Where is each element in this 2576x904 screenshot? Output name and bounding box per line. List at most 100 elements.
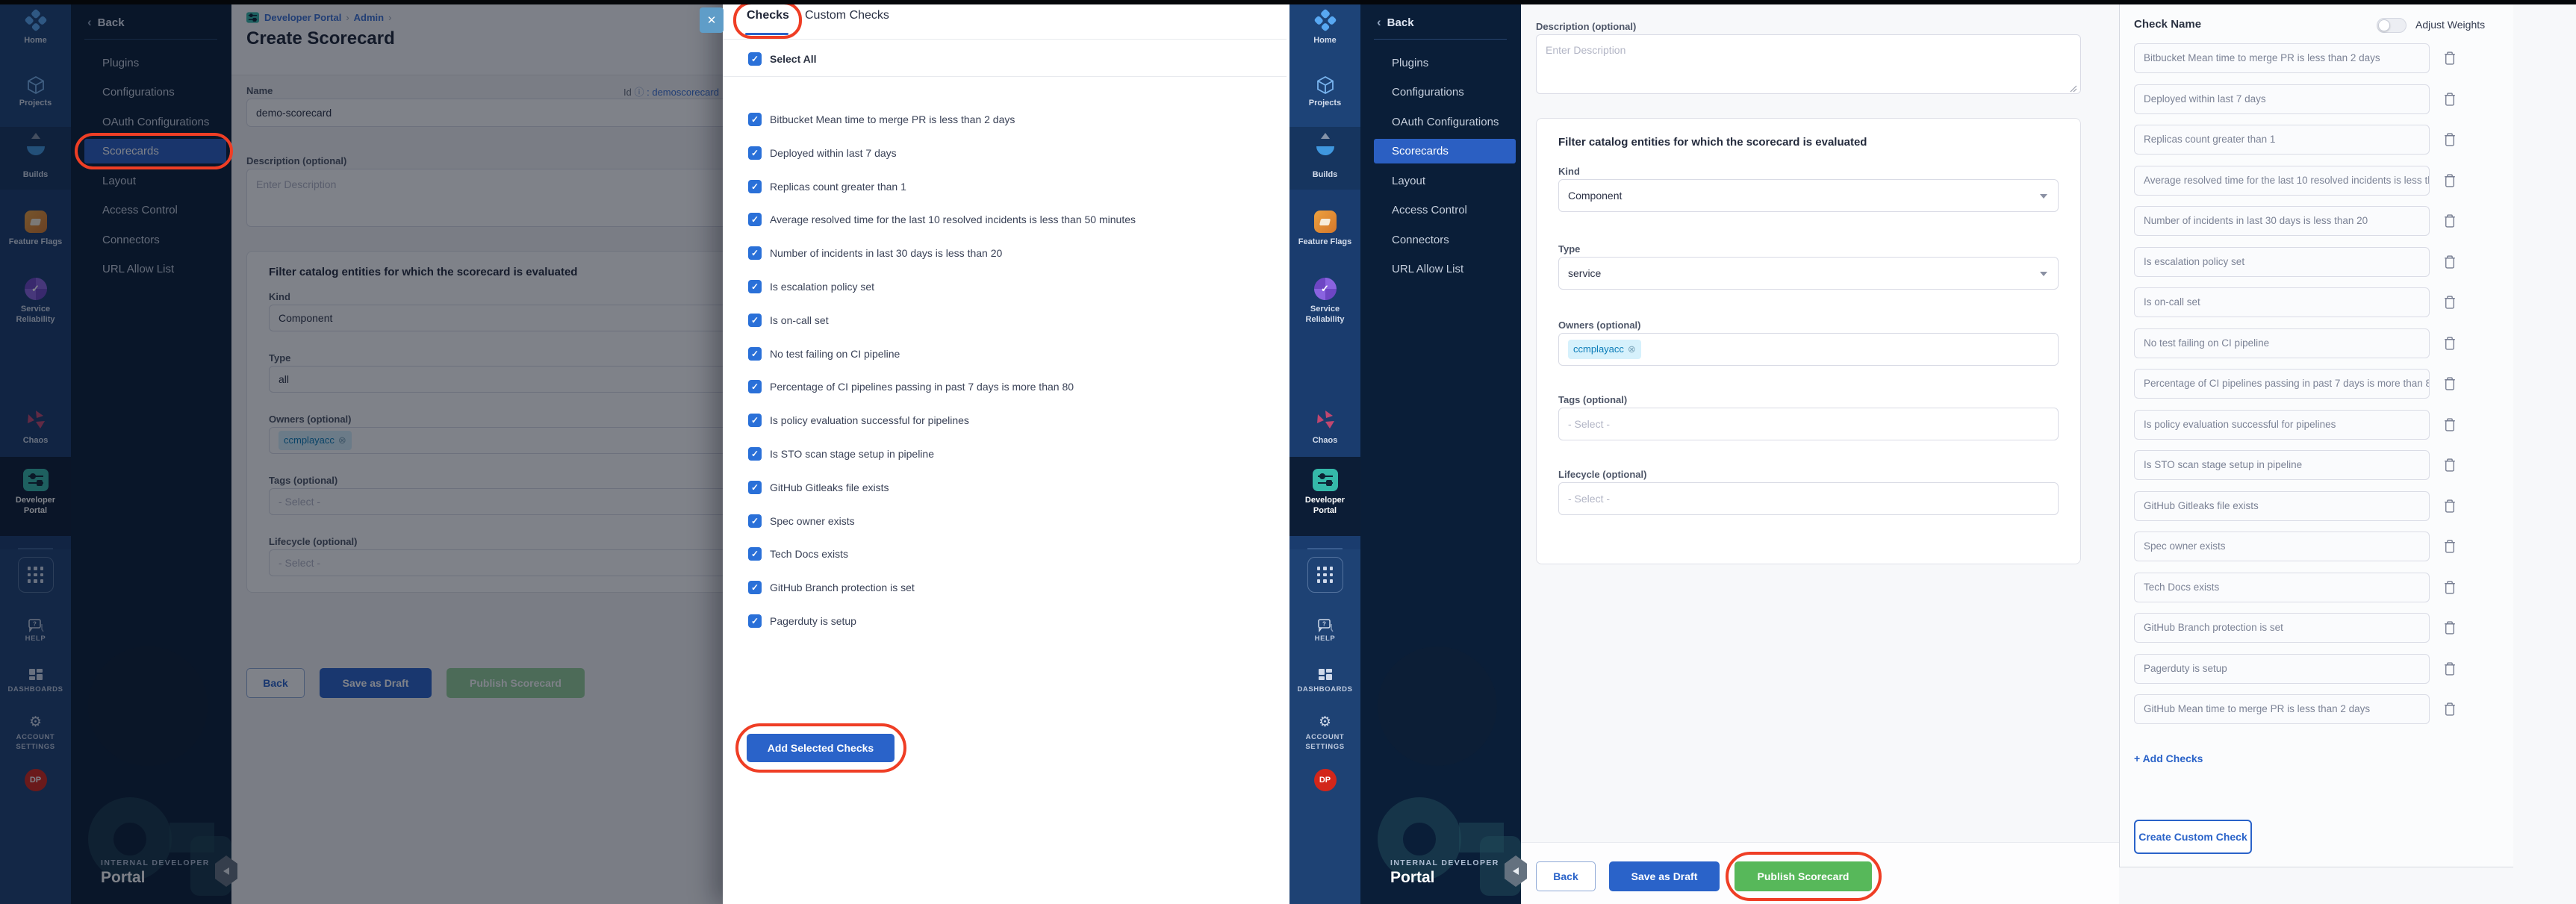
checkbox-checked-icon[interactable]: ✓ bbox=[748, 581, 762, 594]
description-textarea[interactable]: Enter Description bbox=[1536, 34, 2081, 94]
back-button[interactable]: Back bbox=[1536, 861, 1596, 891]
owners-input[interactable]: ccmplayacc⊗ bbox=[1558, 333, 2059, 366]
checkbox-checked-icon[interactable]: ✓ bbox=[748, 180, 762, 193]
tab-checks[interactable]: Checks bbox=[747, 9, 789, 22]
sidebar-item-chaos[interactable]: Chaos bbox=[1289, 436, 1360, 446]
sidebar-item-projects[interactable]: Projects bbox=[1289, 99, 1360, 108]
check-name-input[interactable]: Deployed within last 7 days bbox=[2134, 84, 2430, 114]
adjust-weights-toggle[interactable] bbox=[2377, 18, 2407, 33]
publish-scorecard-button[interactable]: Publish Scorecard bbox=[1735, 861, 1872, 891]
check-name-input[interactable]: Is escalation policy set bbox=[2134, 247, 2430, 277]
checkbox-checked-icon[interactable]: ✓ bbox=[748, 380, 762, 393]
delete-check-icon[interactable] bbox=[2443, 51, 2457, 66]
nav-item-access-control[interactable]: Access Control bbox=[1374, 198, 1516, 222]
delete-check-icon[interactable] bbox=[2443, 661, 2457, 676]
modal-check-row[interactable]: ✓ Percentage of CI pipelines passing in … bbox=[748, 379, 1136, 394]
checkbox-checked-icon[interactable]: ✓ bbox=[748, 113, 762, 126]
modal-check-row[interactable]: ✓ Is escalation policy set bbox=[748, 279, 1136, 294]
checkbox-checked-icon[interactable]: ✓ bbox=[748, 447, 762, 461]
checkbox-checked-icon[interactable]: ✓ bbox=[748, 547, 762, 561]
nav-item-url-allow-list[interactable]: URL Allow List bbox=[1374, 257, 1516, 281]
nav-item-layout[interactable]: Layout bbox=[1374, 169, 1516, 193]
delete-check-icon[interactable] bbox=[2443, 458, 2457, 473]
sidebar-item-help[interactable]: HELP bbox=[1289, 635, 1360, 643]
checkbox-checked-icon[interactable]: ✓ bbox=[748, 347, 762, 361]
nav-item-plugins[interactable]: Plugins bbox=[1374, 51, 1516, 75]
modal-check-row[interactable]: ✓ GitHub Branch protection is set bbox=[748, 580, 1136, 595]
modal-check-row[interactable]: ✓ Is policy evaluation successful for pi… bbox=[748, 413, 1136, 428]
delete-check-icon[interactable] bbox=[2443, 539, 2457, 554]
module-switcher-icon[interactable] bbox=[1307, 557, 1343, 593]
check-name-input[interactable]: Is policy evaluation successful for pipe… bbox=[2134, 410, 2430, 440]
check-name-input[interactable]: GitHub Mean time to merge PR is less tha… bbox=[2134, 694, 2430, 724]
modal-check-row[interactable]: ✓ Is STO scan stage setup in pipeline bbox=[748, 446, 1136, 461]
check-name-input[interactable]: Tech Docs exists bbox=[2134, 573, 2430, 602]
delete-check-icon[interactable] bbox=[2443, 499, 2457, 514]
checkbox-checked-icon[interactable]: ✓ bbox=[748, 314, 762, 327]
modal-check-row[interactable]: ✓ Bitbucket Mean time to merge PR is les… bbox=[748, 112, 1136, 127]
sidebar-item-dashboards[interactable]: DASHBOARDS bbox=[1289, 685, 1360, 694]
checkbox-checked-icon[interactable]: ✓ bbox=[748, 614, 762, 628]
add-checks-link[interactable]: + Add Checks bbox=[2134, 752, 2203, 764]
modal-check-row[interactable]: ✓ Tech Docs exists bbox=[748, 546, 1136, 561]
feature-flags-icon[interactable] bbox=[1314, 211, 1337, 233]
check-name-input[interactable]: Number of incidents in last 30 days is l… bbox=[2134, 206, 2430, 236]
sidebar-item-developer-portal-2[interactable]: Portal bbox=[1289, 506, 1360, 516]
check-name-input[interactable]: Average resolved time for the last 10 re… bbox=[2134, 166, 2430, 196]
delete-check-icon[interactable] bbox=[2443, 213, 2457, 228]
service-reliability-icon[interactable]: ✓ bbox=[1314, 278, 1337, 300]
lifecycle-select[interactable]: - Select - bbox=[1558, 482, 2059, 515]
kind-select[interactable]: Component bbox=[1558, 179, 2059, 212]
check-name-input[interactable]: Is on-call set bbox=[2134, 287, 2430, 317]
chaos-icon[interactable] bbox=[1315, 409, 1336, 434]
nav-item-scorecards[interactable]: Scorecards bbox=[1374, 139, 1516, 163]
delete-check-icon[interactable] bbox=[2443, 92, 2457, 107]
back-link[interactable]: ‹Back bbox=[1377, 15, 1414, 30]
user-avatar[interactable]: DP bbox=[1314, 769, 1337, 791]
nav-item-configurations[interactable]: Configurations bbox=[1374, 80, 1516, 105]
sidebar-item-builds[interactable]: Builds bbox=[1289, 170, 1360, 180]
modal-close-button[interactable]: ✕ bbox=[700, 7, 724, 33]
modal-check-row[interactable]: ✓ Average resolved time for the last 10 … bbox=[748, 212, 1136, 227]
check-name-input[interactable]: GitHub Gitleaks file exists bbox=[2134, 491, 2430, 521]
nav-item-connectors[interactable]: Connectors bbox=[1374, 228, 1516, 252]
check-name-input[interactable]: Replicas count greater than 1 bbox=[2134, 125, 2430, 155]
modal-check-row[interactable]: ✓ Replicas count greater than 1 bbox=[748, 179, 1136, 194]
sidebar-item-service-reliability-2[interactable]: Reliability bbox=[1289, 315, 1360, 325]
sidebar-item-service-reliability[interactable]: Service bbox=[1289, 305, 1360, 314]
add-selected-checks-button[interactable]: Add Selected Checks bbox=[747, 734, 895, 762]
create-custom-check-button[interactable]: Create Custom Check bbox=[2134, 820, 2252, 854]
delete-check-icon[interactable] bbox=[2443, 295, 2457, 310]
checkbox-checked-icon[interactable]: ✓ bbox=[748, 52, 762, 66]
modal-check-row[interactable]: ✓ No test failing on CI pipeline bbox=[748, 346, 1136, 361]
select-all-row[interactable]: ✓ Select All bbox=[748, 52, 817, 66]
textarea-resize-handle[interactable] bbox=[2068, 84, 2077, 93]
sidebar-item-account-settings-2[interactable]: SETTINGS bbox=[1289, 743, 1360, 752]
delete-check-icon[interactable] bbox=[2443, 336, 2457, 351]
check-name-input[interactable]: No test failing on CI pipeline bbox=[2134, 328, 2430, 358]
checkbox-checked-icon[interactable]: ✓ bbox=[748, 414, 762, 427]
check-name-input[interactable]: Is STO scan stage setup in pipeline bbox=[2134, 450, 2430, 480]
checkbox-checked-icon[interactable]: ✓ bbox=[748, 213, 762, 226]
checkbox-checked-icon[interactable]: ✓ bbox=[748, 146, 762, 160]
delete-check-icon[interactable] bbox=[2443, 173, 2457, 188]
developer-portal-icon[interactable] bbox=[1313, 469, 1338, 491]
delete-check-icon[interactable] bbox=[2443, 580, 2457, 595]
account-settings-gear-icon[interactable]: ⚙ bbox=[1319, 714, 1331, 731]
modal-check-row[interactable]: ✓ GitHub Gitleaks file exists bbox=[748, 480, 1136, 495]
tab-custom-checks[interactable]: Custom Checks bbox=[805, 9, 889, 22]
modal-check-row[interactable]: ✓ Number of incidents in last 30 days is… bbox=[748, 246, 1136, 261]
modal-check-row[interactable]: ✓ Is on-call set bbox=[748, 313, 1136, 328]
sidebar-item-feature-flags[interactable]: Feature Flags bbox=[1289, 237, 1360, 247]
collapse-up-icon[interactable] bbox=[1321, 133, 1330, 139]
tags-select[interactable]: - Select - bbox=[1558, 408, 2059, 440]
modal-check-row[interactable]: ✓ Deployed within last 7 days bbox=[748, 146, 1136, 160]
modal-check-row[interactable]: ✓ Pagerduty is setup bbox=[748, 614, 1136, 629]
check-name-input[interactable]: Percentage of CI pipelines passing in pa… bbox=[2134, 369, 2430, 399]
check-name-input[interactable]: Pagerduty is setup bbox=[2134, 654, 2430, 684]
nav-item-oauth-configurations[interactable]: OAuth Configurations bbox=[1374, 110, 1516, 134]
check-name-input[interactable]: Bitbucket Mean time to merge PR is less … bbox=[2134, 43, 2430, 73]
delete-check-icon[interactable] bbox=[2443, 255, 2457, 269]
sidebar-item-home[interactable]: Home bbox=[1289, 36, 1360, 46]
sidebar-item-account-settings[interactable]: ACCOUNT bbox=[1289, 733, 1360, 742]
